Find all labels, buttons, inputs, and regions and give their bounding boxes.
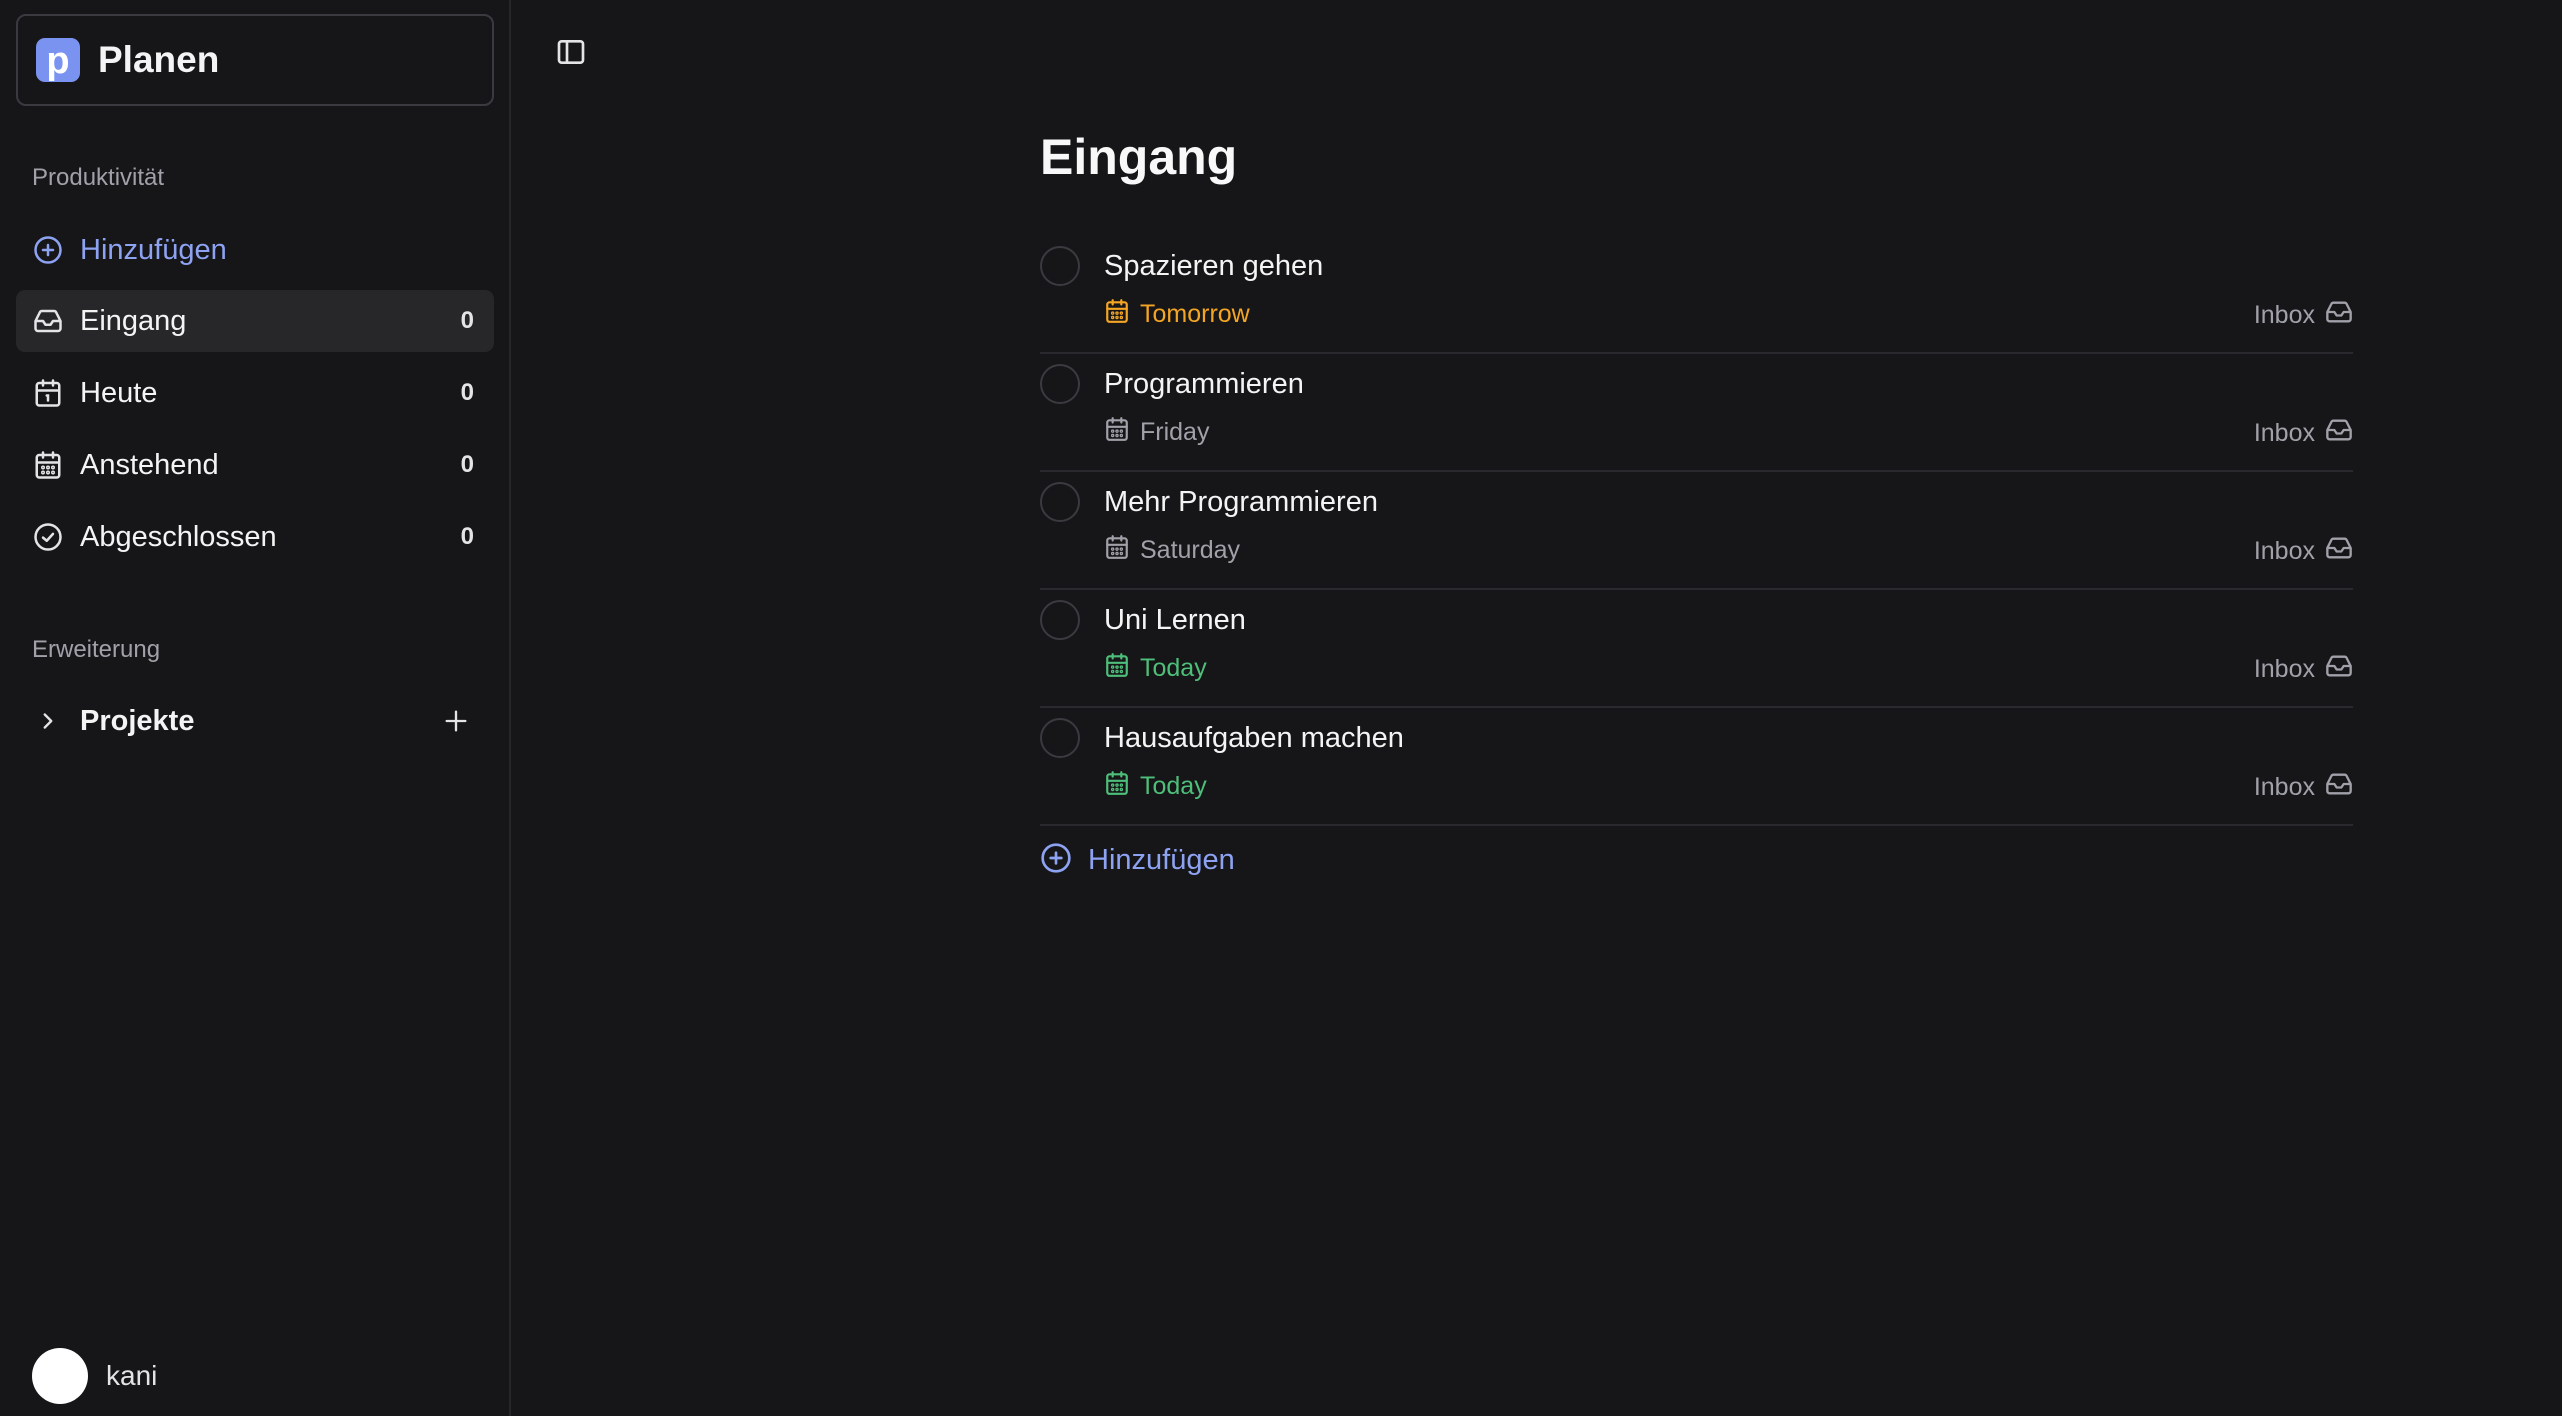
app-name: Planen [98, 39, 220, 80]
sidebar-item-count: 0 [460, 307, 474, 334]
sidebar-item-heute[interactable]: Heute 0 [16, 362, 494, 424]
avatar [32, 1348, 88, 1404]
task-checkbox[interactable] [1040, 482, 1080, 522]
task-due: Today [1104, 770, 1207, 803]
task-due-label: Tomorrow [1140, 300, 1250, 328]
task-title: Programmieren [1104, 368, 1304, 400]
task-project[interactable]: Inbox [2254, 652, 2353, 687]
sidebar-item-count: 0 [460, 451, 474, 478]
task-checkbox[interactable] [1040, 364, 1080, 404]
task-project[interactable]: Inbox [2254, 534, 2353, 569]
task-title: Hausaufgaben machen [1104, 722, 1404, 754]
task-checkbox[interactable] [1040, 718, 1080, 758]
task-row[interactable]: Mehr Programmieren Saturday Inbox [1040, 472, 2353, 590]
task-due-label: Saturday [1140, 536, 1241, 564]
calendar-upcoming-icon [32, 449, 64, 481]
inbox-icon [2315, 534, 2353, 569]
plus-circle-icon [32, 234, 64, 266]
calendar-icon [1104, 534, 1140, 567]
add-project-icon[interactable] [438, 703, 474, 739]
task-due: Friday [1104, 416, 1209, 449]
task-row[interactable]: Programmieren Friday Inbox [1040, 354, 2353, 472]
sidebar-item-count: 0 [460, 523, 474, 550]
task-checkbox[interactable] [1040, 246, 1080, 286]
task-project[interactable]: Inbox [2254, 416, 2353, 451]
task-checkbox[interactable] [1040, 600, 1080, 640]
sidebar-item-count: 0 [460, 379, 474, 406]
user-name: kani [106, 1360, 158, 1391]
page-title: Eingang [1040, 129, 1238, 185]
workspace-switcher[interactable]: p Planen [16, 14, 494, 106]
sidebar-item-label: Projekte [80, 704, 195, 737]
sidebar: p Planen Produktivität Hinzufügen Eingan… [0, 0, 511, 1416]
task-due-label: Today [1140, 772, 1207, 800]
sidebar-item-projekte[interactable]: Projekte [16, 690, 494, 752]
task-row[interactable]: Hausaufgaben machen Today Inbox [1040, 708, 2353, 826]
inbox-icon [2315, 416, 2353, 451]
inbox-icon [2315, 652, 2353, 687]
svg-text:p: p [46, 40, 69, 82]
sidebar-toggle-button[interactable] [553, 36, 589, 72]
check-circle-icon [32, 521, 64, 553]
calendar-icon [1104, 652, 1140, 685]
sidebar-item-label: Anstehend [80, 448, 219, 481]
chevron-right-icon[interactable] [32, 705, 64, 737]
sidebar-item-anstehend[interactable]: Anstehend 0 [16, 434, 494, 496]
section-label-extension: Erweiterung [32, 636, 161, 663]
task-list: Spazieren gehen Tomorrow Inbox Programmiere… [1040, 236, 2353, 826]
sidebar-item-label: Eingang [80, 304, 187, 337]
task-due-label: Friday [1140, 418, 1210, 446]
task-project[interactable]: Inbox [2254, 298, 2353, 333]
calendar-today-icon [32, 377, 64, 409]
app: p Planen Produktivität Hinzufügen Eingan… [0, 0, 2562, 1416]
calendar-icon [1104, 298, 1140, 331]
sidebar-add-label: Hinzufügen [80, 233, 227, 266]
sidebar-item-eingang[interactable]: Eingang 0 [16, 290, 494, 352]
task-project[interactable]: Inbox [2254, 770, 2353, 805]
task-project-label: Inbox [2253, 655, 2315, 683]
calendar-icon [1104, 770, 1140, 803]
task-project-label: Inbox [2253, 773, 2315, 801]
task-due: Tomorrow [1104, 298, 1250, 331]
plus-circle-icon [1040, 842, 1072, 879]
task-project-label: Inbox [2253, 301, 2315, 329]
task-row[interactable]: Spazieren gehen Tomorrow Inbox [1040, 236, 2353, 354]
sidebar-item-label: Heute [80, 376, 158, 409]
section-label-productivity: Produktivität [32, 164, 165, 191]
inbox-icon [2315, 298, 2353, 333]
user-menu[interactable]: kani [32, 1348, 157, 1404]
task-title: Mehr Programmieren [1104, 486, 1378, 518]
task-title: Spazieren gehen [1104, 250, 1324, 282]
task-due-label: Today [1140, 654, 1207, 682]
task-title: Uni Lernen [1104, 604, 1246, 636]
add-task-label: Hinzufügen [1088, 844, 1235, 876]
sidebar-item-abgeschlossen[interactable]: Abgeschlossen 0 [16, 506, 494, 568]
task-due: Today [1104, 652, 1207, 685]
app-logo-icon: p [36, 38, 80, 82]
task-project-label: Inbox [2253, 419, 2315, 447]
task-due: Saturday [1104, 534, 1240, 567]
sidebar-item-label: Abgeschlossen [80, 520, 277, 553]
sidebar-add-button[interactable]: Hinzufügen [16, 219, 494, 281]
add-task-button[interactable]: Hinzufügen [1040, 842, 1235, 879]
calendar-icon [1104, 416, 1140, 449]
task-project-label: Inbox [2253, 537, 2315, 565]
inbox-icon [2315, 770, 2353, 805]
inbox-icon [32, 305, 64, 337]
task-row[interactable]: Uni Lernen Today Inbox [1040, 590, 2353, 708]
sidebar-toggle-icon [555, 36, 587, 73]
